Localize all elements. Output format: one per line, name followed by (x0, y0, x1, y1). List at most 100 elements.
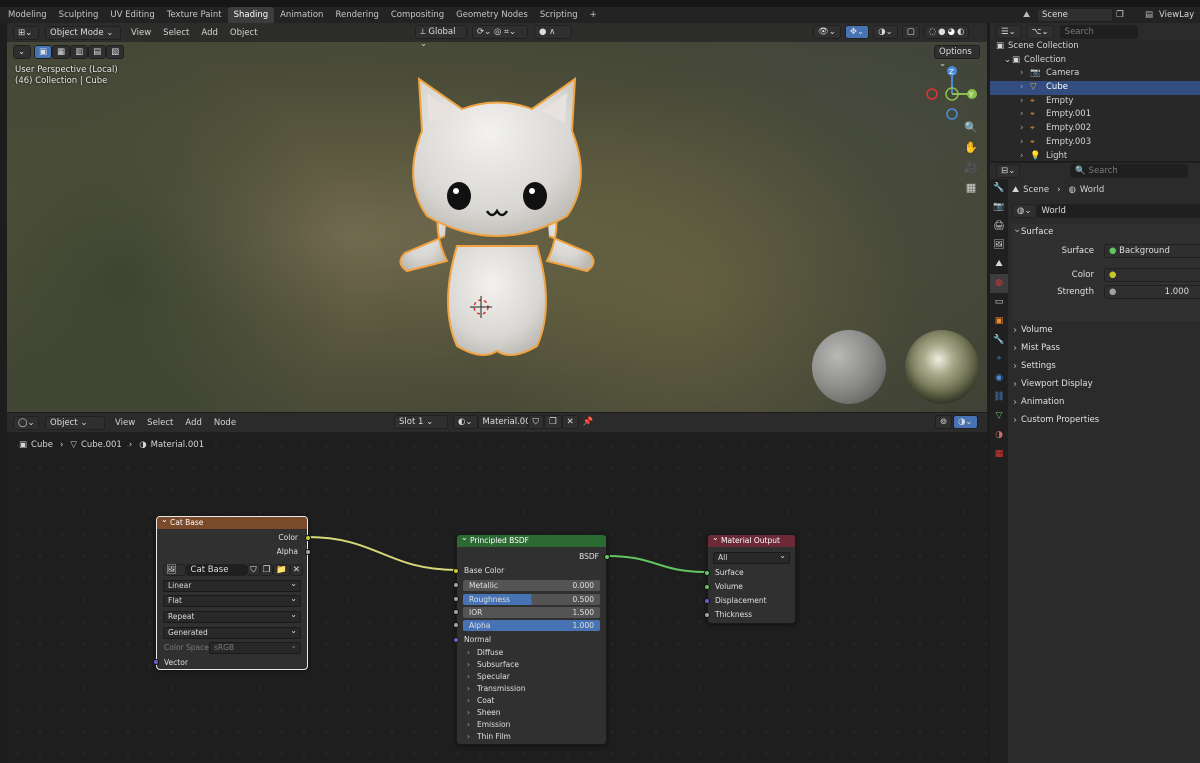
shading-mode-buttons[interactable]: ◌ ● ◕ ◐ (923, 25, 970, 39)
viewlayer-selector[interactable]: ▤ ViewLay (1145, 8, 1194, 22)
input-displacement-socket[interactable] (704, 598, 710, 604)
outliner-editor-type-button[interactable]: ☰⌄ (996, 24, 1021, 39)
select-extend-icon[interactable]: ▦ (52, 45, 71, 59)
unlink-image-icon[interactable]: ✕ (289, 564, 303, 576)
workspace-tab-compositing[interactable]: Compositing (385, 7, 450, 23)
outliner-item-empty-002[interactable]: › ⌖ Empty.002 (990, 122, 1200, 136)
bsdf-subpanel-emission[interactable]: › Emission (467, 719, 602, 731)
pan-hand-icon[interactable]: ✋ (961, 141, 981, 161)
copy-scene-icon[interactable]: ❐ (1116, 10, 1124, 20)
collection-tab-icon[interactable]: ▭ (990, 293, 1008, 312)
snap-pivot-buttons[interactable]: ⟳⌄ ◎ ⌗⌄ (472, 25, 528, 39)
input-metallic-socket[interactable] (453, 582, 459, 588)
camera-view-icon[interactable]: 🎥 (961, 161, 981, 181)
outliner-item-cube[interactable]: › ▽ Cube (990, 81, 1200, 95)
scene-collection-row[interactable]: ▣ Scene Collection (990, 40, 1200, 54)
material-shading-icon[interactable]: ◕ (948, 26, 955, 38)
viewport-menu-select[interactable]: Select (157, 28, 195, 38)
projection-dropdown[interactable]: Flat (163, 594, 301, 607)
select-box-icon[interactable]: ▣ (34, 45, 53, 59)
expand-icon[interactable]: › (1020, 150, 1023, 162)
input-volume-socket[interactable] (704, 584, 710, 590)
add-workspace-button[interactable]: + (584, 7, 603, 23)
ior-field[interactable]: IOR 1.500 (463, 607, 600, 618)
tool-toggle-button[interactable]: ⌄ (13, 45, 31, 59)
wireframe-shading-icon[interactable]: ◌ (929, 26, 936, 38)
workspace-tab-uv-editing[interactable]: UV Editing (104, 7, 160, 23)
workspace-tab-rendering[interactable]: Rendering (329, 7, 384, 23)
workspace-tab-sculpting[interactable]: Sculpting (53, 7, 105, 23)
outliner-item-empty-001[interactable]: › ⌖ Empty.001 (990, 108, 1200, 122)
overlay-toggle-button[interactable]: ◑⌄ (873, 25, 898, 39)
texture-tab-icon[interactable]: ▦ (990, 445, 1008, 464)
cat-model[interactable] (387, 71, 607, 361)
options-dropdown[interactable]: Options ⌄ (934, 45, 980, 69)
tool-tab-icon[interactable]: 🔧 (990, 179, 1008, 198)
perspective-grid-icon[interactable]: ▦ (961, 181, 981, 201)
source-dropdown[interactable]: Generated (163, 626, 301, 639)
zoom-icon[interactable]: 🔍 (961, 121, 981, 141)
strength-field[interactable]: ● 1.000 (1104, 285, 1200, 299)
properties-search-input[interactable]: 🔍 Search (1070, 164, 1189, 178)
color-field[interactable]: ● (1104, 268, 1200, 282)
output-target-dropdown[interactable]: All (713, 551, 790, 564)
output-bsdf-socket[interactable] (604, 554, 610, 560)
open-image-icon[interactable]: 📁 (273, 564, 290, 576)
render-tab-icon[interactable]: 📷 (990, 198, 1008, 217)
metallic-field[interactable]: Metallic 0.000 (463, 580, 600, 591)
workspace-tab-animation[interactable]: Animation (274, 7, 329, 23)
transform-orientation-dropdown[interactable]: ⟂ Global ⌄ (415, 25, 467, 49)
extension-dropdown[interactable]: Repeat (163, 610, 301, 623)
panel-volume[interactable]: Volume (1012, 322, 1200, 339)
panel-custom-properties[interactable]: Custom Properties (1012, 412, 1200, 429)
outliner-search-input[interactable]: Search (1059, 24, 1138, 39)
bsdf-subpanel-coat[interactable]: › Coat (467, 695, 602, 707)
outliner-item-empty-003[interactable]: › ⌖ Empty.003 (990, 136, 1200, 150)
panel-mist-pass[interactable]: Mist Pass (1012, 340, 1200, 357)
roughness-field[interactable]: Roughness 0.500 (463, 594, 600, 605)
collection-row[interactable]: ⌄ ▣ Collection (990, 54, 1200, 68)
output-alpha-socket[interactable] (305, 549, 311, 555)
object-tab-icon[interactable]: ▣ (990, 312, 1008, 331)
bsdf-subpanel-transmission[interactable]: › Transmission (467, 683, 602, 695)
expand-icon[interactable]: › (1020, 122, 1023, 136)
data-tab-icon[interactable]: ▽ (990, 407, 1008, 426)
colorspace-dropdown[interactable]: sRGB (209, 641, 301, 654)
viewport-menu-add[interactable]: Add (195, 28, 223, 38)
fake-user-icon[interactable]: ⛉ (247, 564, 260, 576)
editor-type-button[interactable]: ⊞⌄ (13, 25, 39, 40)
rendered-shading-icon[interactable]: ◐ (957, 26, 964, 38)
scene-tab-icon[interactable]: ⛰ (990, 255, 1008, 274)
input-ior-socket[interactable] (453, 609, 459, 615)
mode-dropdown[interactable]: Object Mode ⌄ (45, 25, 121, 40)
collection-expand-icon[interactable]: ⌄ (1004, 54, 1011, 68)
panel-animation[interactable]: Animation (1012, 394, 1200, 411)
viewport-menu-view[interactable]: View (125, 28, 157, 38)
3d-viewport[interactable]: ⊞⌄ Object Mode ⌄ View Select Add Object ⟂ G… (7, 23, 987, 412)
properties-editor-type-button[interactable]: ⊟⌄ (996, 164, 1021, 178)
world-name-field[interactable]: World (1036, 204, 1200, 218)
input-alpha-socket[interactable] (453, 622, 459, 628)
output-node-header[interactable]: Material Output (708, 532, 795, 547)
expand-icon[interactable]: › (1020, 67, 1023, 81)
visibility-button[interactable]: 👁⌄ (813, 25, 841, 39)
image-name-field[interactable]: Cat Base (185, 564, 248, 576)
surface-shader-field[interactable]: ● Background (1104, 244, 1200, 258)
display-mode-button[interactable]: ⌥⌄ (1026, 24, 1054, 39)
select-intersect-icon[interactable]: ▧ (106, 45, 125, 59)
image-browse-icon[interactable]: 🖼⌄ (163, 564, 186, 585)
bsdf-subpanel-sheen[interactable]: › Sheen (467, 707, 602, 719)
output-color-socket[interactable] (305, 535, 311, 541)
outliner-item-empty[interactable]: › ⌖ Empty (990, 95, 1200, 109)
world-browse-icon[interactable]: ◍⌄ (1012, 204, 1037, 218)
workspace-tab-shading[interactable]: Shading (227, 7, 275, 23)
particles-tab-icon[interactable]: ⚬ (990, 350, 1008, 369)
input-normal-socket[interactable] (453, 637, 459, 643)
scene-name-field[interactable]: Scene (1037, 8, 1113, 22)
bsdf-subpanel-diffuse[interactable]: › Diffuse (467, 647, 602, 659)
material-tab-icon[interactable]: ◑ (990, 426, 1008, 445)
output-tab-icon[interactable]: 🖨 (990, 217, 1008, 236)
constraints-tab-icon[interactable]: ⛓ (990, 388, 1008, 407)
image-node-header[interactable]: Cat Base (157, 514, 307, 529)
solid-shading-icon[interactable]: ● (938, 26, 945, 38)
